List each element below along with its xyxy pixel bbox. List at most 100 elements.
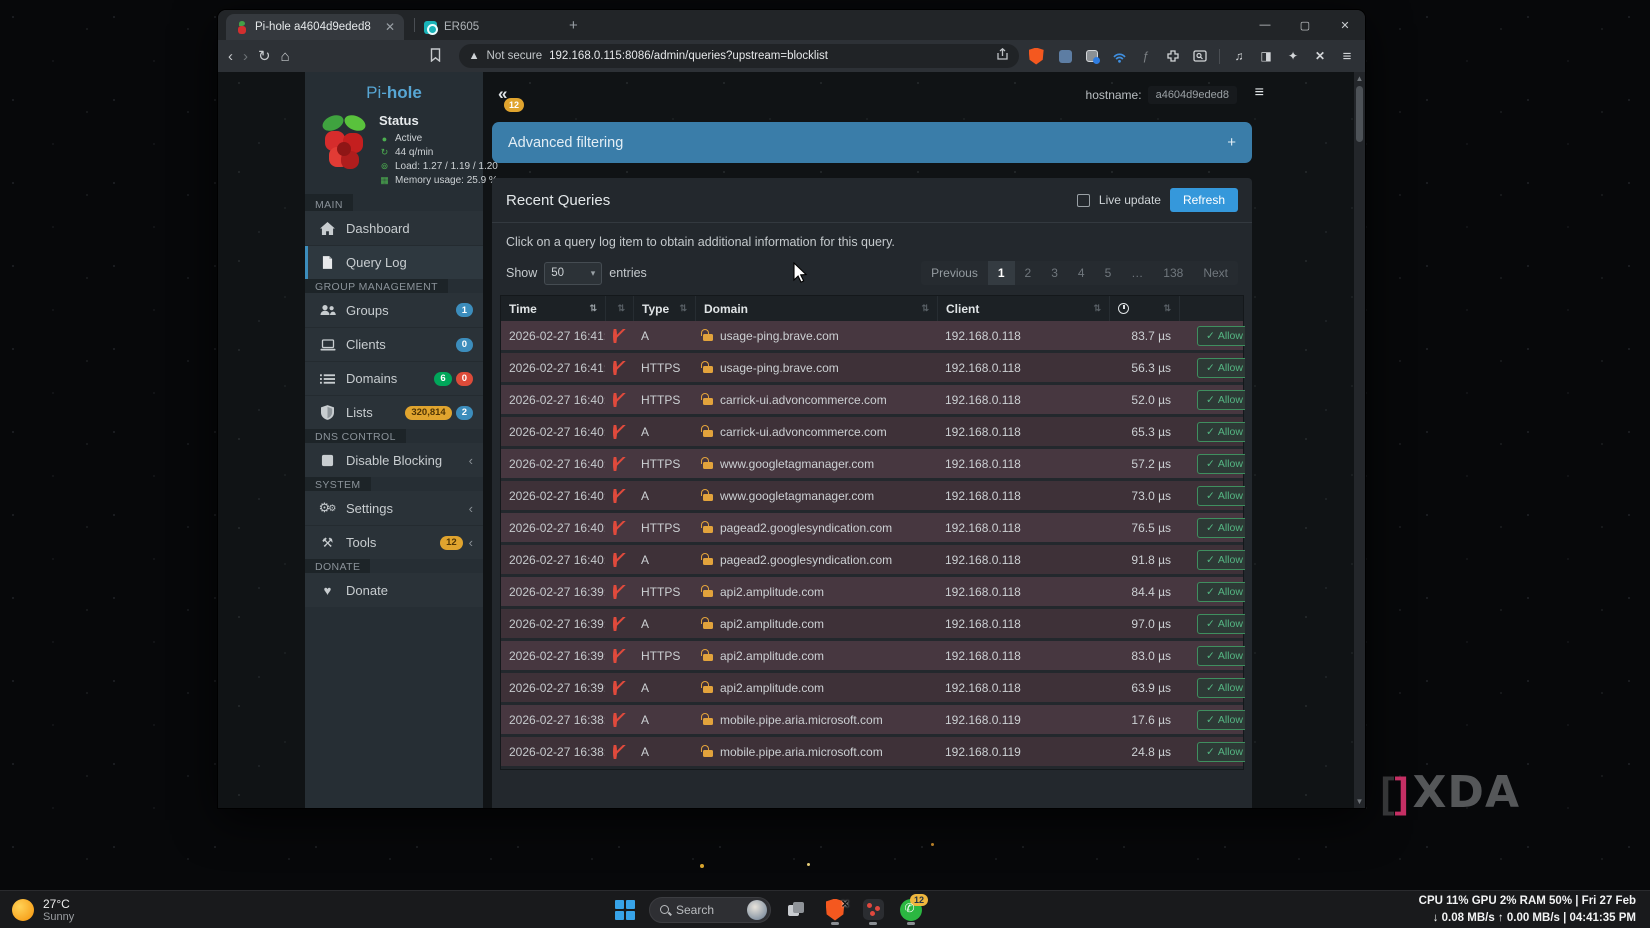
query-table-row[interactable]: 2026-02-27 16:39:38Aapi2.amplitude.com19… (501, 609, 1243, 641)
query-table-row[interactable]: 2026-02-27 16:39:38HTTPSapi2.amplitude.c… (501, 577, 1243, 609)
live-update-checkbox[interactable] (1077, 194, 1090, 207)
page-scrollbar[interactable]: ▲ ▼ (1354, 72, 1365, 808)
refresh-button[interactable]: Refresh (1170, 188, 1238, 212)
allow-button[interactable]: ✓ Allow (1197, 358, 1245, 378)
pagination-page-1[interactable]: 1 (988, 261, 1015, 285)
wifi-cast-icon[interactable] (1111, 48, 1127, 64)
media-control-icon[interactable]: ♫ (1231, 48, 1247, 64)
query-table-row[interactable]: 2026-02-27 16:41:01Ausage-ping.brave.com… (501, 321, 1243, 353)
tab-pihole[interactable]: Pi-hole a4604d9eded8 ✕ (226, 14, 404, 40)
sort-icon[interactable]: ⇅ (1163, 303, 1171, 314)
pagination-page-2[interactable]: 2 (1015, 261, 1042, 285)
sidebar-item-domains[interactable]: Domains60 (305, 361, 483, 395)
browser-menu-icon[interactable]: ≡ (1339, 48, 1355, 64)
expand-plus-icon[interactable]: + (1227, 134, 1236, 151)
find-on-page-icon[interactable] (1192, 48, 1208, 64)
scroll-down-icon[interactable]: ▼ (1354, 797, 1365, 806)
sort-icon[interactable]: ⇅ (589, 303, 597, 314)
password-extension-icon[interactable] (1057, 48, 1073, 64)
pagination-page-3[interactable]: 3 (1041, 261, 1068, 285)
tab-session-extension-icon[interactable] (1084, 48, 1100, 64)
home-button[interactable]: ⌂ (281, 49, 290, 64)
query-table-row[interactable]: 2026-02-27 16:40:11HTTPScarrick-ui.advon… (501, 385, 1243, 417)
taskbar-weather-widget[interactable]: 27°C Sunny (0, 897, 220, 923)
allow-button[interactable]: ✓ Allow (1197, 390, 1245, 410)
sidebar-item-tools[interactable]: ⚒Tools12‹ (305, 525, 483, 559)
allow-button[interactable]: ✓ Allow (1197, 422, 1245, 442)
column-client[interactable]: Client⇅ (937, 296, 1109, 321)
brave-taskbar-icon[interactable]: × (823, 896, 847, 924)
column-time[interactable]: Time⇅ (501, 296, 605, 321)
allow-button[interactable]: ✓ Allow (1197, 486, 1245, 506)
customize-toolbar-icon[interactable]: ✕ (1312, 48, 1328, 64)
whatsapp-taskbar-icon[interactable]: 12 (899, 896, 923, 924)
allow-button[interactable]: ✓ Allow (1197, 614, 1245, 634)
allow-button[interactable]: ✓ Allow (1197, 518, 1245, 538)
allow-button[interactable]: ✓ Allow (1197, 742, 1245, 762)
sidebar-item-donate[interactable]: ♥Donate (305, 573, 483, 607)
minimize-button[interactable]: — (1245, 19, 1285, 31)
reload-button[interactable]: ↻ (258, 49, 271, 64)
address-bar[interactable]: ▲ Not secure 192.168.0.115:8086/admin/qu… (459, 44, 1019, 68)
start-button[interactable] (615, 900, 635, 920)
sidebar-item-disable-blocking[interactable]: Disable Blocking‹ (305, 443, 483, 477)
query-table-row[interactable]: 2026-02-27 16:39:12HTTPSapi2.amplitude.c… (501, 641, 1243, 673)
sort-icon[interactable]: ⇅ (1093, 303, 1101, 314)
search-highlight-image[interactable] (747, 900, 767, 920)
query-table-row[interactable]: 2026-02-27 16:40:11HTTPSwww.googletagman… (501, 449, 1243, 481)
bookmark-icon[interactable] (430, 48, 441, 64)
allow-button[interactable]: ✓ Allow (1197, 678, 1245, 698)
tab-close-icon[interactable]: ✕ (385, 20, 395, 34)
share-icon[interactable] (996, 48, 1009, 64)
pagination-previous[interactable]: Previous (921, 261, 988, 285)
close-button[interactable]: ✕ (1325, 19, 1365, 32)
forward-button[interactable]: › (243, 49, 248, 64)
leo-ai-icon[interactable]: ✦ (1285, 48, 1301, 64)
allow-button[interactable]: ✓ Allow (1197, 326, 1245, 346)
page-menu-icon[interactable]: ≡ (1255, 84, 1264, 102)
sort-icon[interactable]: ⇅ (921, 303, 929, 314)
tab-er605[interactable]: ER605 (415, 14, 555, 40)
app-taskbar-icon[interactable] (861, 896, 885, 924)
allow-button[interactable]: ✓ Allow (1197, 582, 1245, 602)
url-text[interactable]: 192.168.0.115:8086/admin/queries?upstrea… (549, 50, 989, 62)
query-table-row[interactable]: 2026-02-27 16:39:12Aapi2.amplitude.com19… (501, 673, 1243, 705)
maximize-button[interactable]: ▢ (1285, 19, 1325, 32)
sidebar-item-query-log[interactable]: Query Log (305, 245, 483, 279)
sidebar-item-clients[interactable]: Clients0 (305, 327, 483, 361)
column-reply-time[interactable]: ⇅ (1109, 296, 1179, 321)
brave-shield-icon[interactable] (1029, 48, 1044, 65)
sidebar-item-settings[interactable]: ⚙⚙Settings‹ (305, 491, 483, 525)
system-tray-stats[interactable]: CPU 11% GPU 2% RAM 50% | Fri 27 Feb ↓ 0.… (1419, 893, 1650, 926)
sidebar-item-lists[interactable]: Lists320,8142 (305, 395, 483, 429)
sidebar-item-dashboard[interactable]: Dashboard (305, 211, 483, 245)
advanced-filtering-bar[interactable]: Advanced filtering + (492, 122, 1252, 163)
sidebar-toggle-icon[interactable]: ◨ (1258, 48, 1274, 64)
flux-extension-icon[interactable]: ƒ (1138, 48, 1154, 64)
pagination-page-138[interactable]: 138 (1153, 261, 1193, 285)
column-domain[interactable]: Domain⇅ (695, 296, 937, 321)
pagination-page-4[interactable]: 4 (1068, 261, 1095, 285)
sort-icon[interactable]: ⇅ (679, 303, 687, 314)
back-button[interactable]: ‹ (228, 49, 233, 64)
page-size-select[interactable]: 50 ▾ (544, 262, 602, 285)
query-table-row[interactable]: 2026-02-27 16:40:11Acarrick-ui.advoncomm… (501, 417, 1243, 449)
sort-icon[interactable]: ⇅ (617, 303, 625, 314)
sidebar-item-groups[interactable]: Groups1 (305, 293, 483, 327)
pagination-next[interactable]: Next (1193, 261, 1238, 285)
task-view-button[interactable] (785, 896, 809, 924)
scrollbar-thumb[interactable] (1356, 86, 1363, 142)
query-table-row[interactable]: 2026-02-27 16:40:11Apagead2.googlesyndic… (501, 545, 1243, 577)
allow-button[interactable]: ✓ Allow (1197, 710, 1245, 730)
column-type[interactable]: Type⇅ (633, 296, 695, 321)
allow-button[interactable]: ✓ Allow (1197, 550, 1245, 570)
query-table-row[interactable]: 2026-02-27 16:38:56Amobile.pipe.aria.mic… (501, 737, 1243, 769)
extensions-puzzle-icon[interactable] (1165, 48, 1181, 64)
query-table-row[interactable]: 2026-02-27 16:41:01HTTPSusage-ping.brave… (501, 353, 1243, 385)
new-tab-button[interactable]: + (569, 17, 578, 34)
query-table-row[interactable]: 2026-02-27 16:40:11HTTPSpagead2.googlesy… (501, 513, 1243, 545)
column-status[interactable]: ⇅ (605, 296, 633, 321)
pagination-page-5[interactable]: 5 (1095, 261, 1122, 285)
taskbar-search[interactable]: Search (649, 897, 771, 923)
query-table-row[interactable]: 2026-02-27 16:38:59Amobile.pipe.aria.mic… (501, 705, 1243, 737)
